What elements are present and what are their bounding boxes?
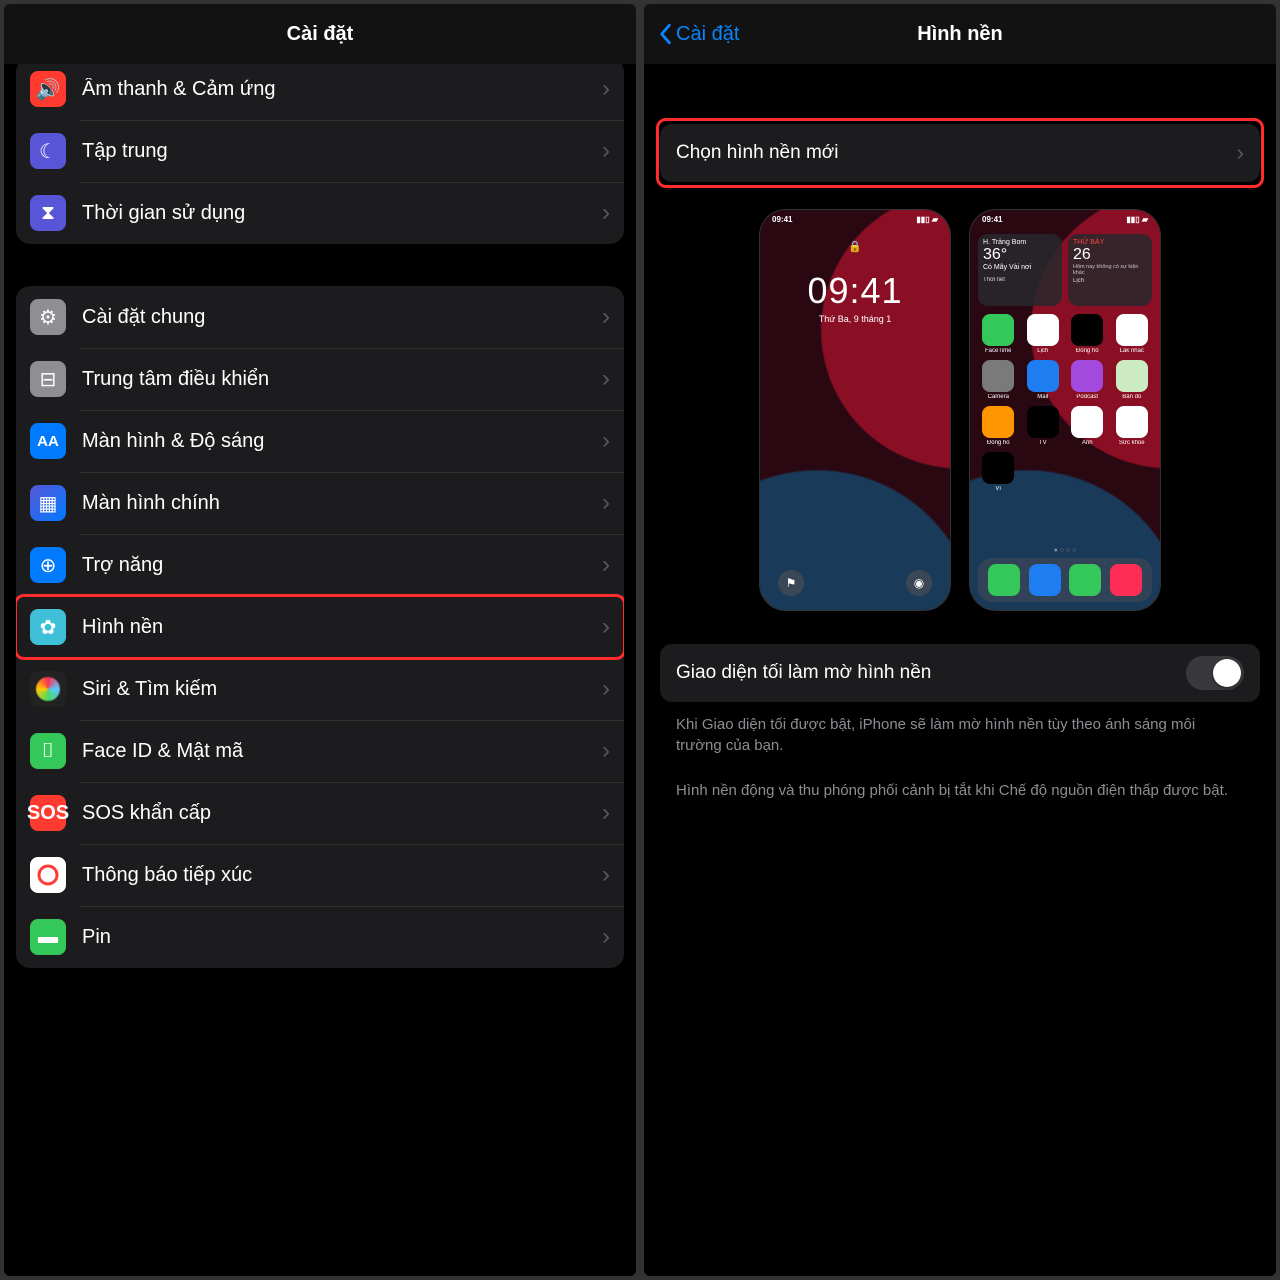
camera-icon: ◉	[906, 570, 932, 596]
dock	[978, 558, 1152, 602]
chevron-left-icon	[658, 23, 672, 45]
calendar-widget: THỨ BẢY 26 Hôm nay không có sự kiện khác…	[1068, 234, 1152, 306]
chevron-right-icon: ›	[602, 137, 610, 165]
wallpaper-pane: Cài đặt Hình nền Chọn hình nền mới › 09:…	[644, 4, 1276, 1276]
footer-text-2: Hình nền động và thu phóng phối cảnh bị …	[660, 756, 1260, 801]
chevron-right-icon: ›	[602, 861, 610, 889]
lock-icon: 🔒	[848, 240, 862, 253]
settings-row-label: Trợ năng	[82, 554, 594, 577]
battery-icon: ▬	[30, 919, 66, 955]
settings-pane: Cài đặt 🔊Âm thanh & Cảm ứng›☾Tập trung›⧗…	[4, 4, 636, 1276]
choose-wallpaper-label: Chọn hình nền mới	[676, 142, 1237, 164]
homescreen-preview[interactable]: 09:41▮▮▯ ▰ H. Trảng Bom 36° Có Mây Vài n…	[970, 210, 1160, 610]
weather-widget: H. Trảng Bom 36° Có Mây Vài nơi Thời tiế…	[978, 234, 1062, 306]
exposure-icon	[30, 857, 66, 893]
footer-text-1: Khi Giao diện tối được bật, iPhone sẽ là…	[660, 702, 1260, 756]
chevron-right-icon: ›	[602, 551, 610, 579]
dim-toggle-row: Giao diện tối làm mờ hình nền	[660, 644, 1260, 702]
settings-row-battery[interactable]: ▬ Pin ›	[16, 906, 624, 968]
chevron-right-icon: ›	[602, 799, 610, 827]
settings-row-label: Trung tâm điều khiển	[82, 368, 594, 391]
lock-date: Thứ Ba, 9 tháng 1	[760, 314, 950, 324]
settings-row-focus[interactable]: ☾ Tập trung ›	[16, 120, 624, 182]
settings-title: Cài đặt	[287, 23, 354, 46]
settings-row-accessibility[interactable]: ⊕ Trợ năng ›	[16, 534, 624, 596]
chevron-right-icon: ›	[602, 365, 610, 393]
screentime-icon: ⧗	[30, 195, 66, 231]
faceid-icon: ⌷	[30, 733, 66, 769]
general-icon: ⚙	[30, 299, 66, 335]
chevron-right-icon: ›	[602, 489, 610, 517]
settings-row-label: Siri & Tìm kiếm	[82, 678, 594, 701]
settings-row-sound[interactable]: 🔊 Âm thanh & Cảm ứng ›	[16, 64, 624, 120]
settings-row-label: Cài đặt chung	[82, 306, 594, 329]
settings-row-label: Màn hình chính	[82, 492, 594, 515]
focus-icon: ☾	[30, 133, 66, 169]
chevron-right-icon: ›	[602, 199, 610, 227]
settings-row-label: Âm thanh & Cảm ứng	[82, 78, 594, 101]
settings-row-display[interactable]: AA Màn hình & Độ sáng ›	[16, 410, 624, 472]
chevron-right-icon: ›	[602, 923, 610, 951]
settings-row-general[interactable]: ⚙ Cài đặt chung ›	[16, 286, 624, 348]
settings-row-wallpaper[interactable]: ✿ Hình nền ›	[16, 596, 624, 658]
settings-row-homescreen[interactable]: ▦ Màn hình chính ›	[16, 472, 624, 534]
sound-icon: 🔊	[30, 71, 66, 107]
dim-switch[interactable]	[1186, 656, 1244, 690]
settings-row-label: Pin	[82, 926, 594, 949]
accessibility-icon: ⊕	[30, 547, 66, 583]
display-icon: AA	[30, 423, 66, 459]
settings-row-siri[interactable]: Siri & Tìm kiếm ›	[16, 658, 624, 720]
lock-time: 09:41	[760, 270, 950, 312]
back-button[interactable]: Cài đặt	[658, 4, 739, 64]
chevron-right-icon: ›	[602, 427, 610, 455]
settings-row-label: Màn hình & Độ sáng	[82, 430, 594, 453]
settings-row-controlcenter[interactable]: ⊟ Trung tâm điều khiển ›	[16, 348, 624, 410]
settings-row-label: Thông báo tiếp xúc	[82, 864, 594, 887]
wallpaper-content: Chọn hình nền mới › 09:41▮▮▯ ▰ 🔒 09:41 T…	[644, 64, 1276, 801]
settings-header: Cài đặt	[4, 4, 636, 64]
wallpaper-previews: 09:41▮▮▯ ▰ 🔒 09:41 Thứ Ba, 9 tháng 1 ⚑ ◉…	[660, 210, 1260, 610]
settings-row-label: Face ID & Mật mã	[82, 740, 594, 763]
dim-label: Giao diện tối làm mờ hình nền	[676, 662, 1186, 684]
wallpaper-header: Cài đặt Hình nền	[644, 4, 1276, 64]
wallpaper-icon: ✿	[30, 609, 66, 645]
settings-row-label: Tập trung	[82, 140, 594, 163]
settings-row-label: SOS khẩn cấp	[82, 802, 594, 825]
settings-content[interactable]: 🔊 Âm thanh & Cảm ứng › ☾ Tập trung › ⧗ Thời gia…	[4, 64, 636, 1276]
chevron-right-icon: ›	[602, 75, 610, 103]
chevron-right-icon: ›	[602, 737, 610, 765]
chevron-right-icon: ›	[602, 613, 610, 641]
choose-wallpaper-row[interactable]: Chọn hình nền mới ›	[660, 124, 1260, 182]
flashlight-icon: ⚑	[778, 570, 804, 596]
settings-row-exposure[interactable]: Thông báo tiếp xúc ›	[16, 844, 624, 906]
siri-icon	[30, 671, 66, 707]
settings-row-label: Hình nền	[82, 616, 594, 639]
settings-row-screentime[interactable]: ⧗ Thời gian sử dụng ›	[16, 182, 624, 244]
sos-icon: SOS	[30, 795, 66, 831]
settings-group-2: ⚙ Cài đặt chung › ⊟ Trung tâm điều khiển › AA M…	[16, 286, 624, 968]
homescreen-icon: ▦	[30, 485, 66, 521]
settings-row-faceid[interactable]: ⌷ Face ID & Mật mã ›	[16, 720, 624, 782]
wallpaper-title: Hình nền	[917, 23, 1003, 46]
back-label: Cài đặt	[676, 23, 739, 46]
chevron-right-icon: ›	[602, 675, 610, 703]
settings-row-label: Thời gian sử dụng	[82, 202, 594, 225]
controlcenter-icon: ⊟	[30, 361, 66, 397]
settings-row-sos[interactable]: SOS SOS khẩn cấp ›	[16, 782, 624, 844]
chevron-right-icon: ›	[1237, 140, 1244, 166]
settings-group-1: 🔊 Âm thanh & Cảm ứng › ☾ Tập trung › ⧗ Thời gia…	[16, 64, 624, 244]
lockscreen-preview[interactable]: 09:41▮▮▯ ▰ 🔒 09:41 Thứ Ba, 9 tháng 1 ⚑ ◉	[760, 210, 950, 610]
chevron-right-icon: ›	[602, 303, 610, 331]
